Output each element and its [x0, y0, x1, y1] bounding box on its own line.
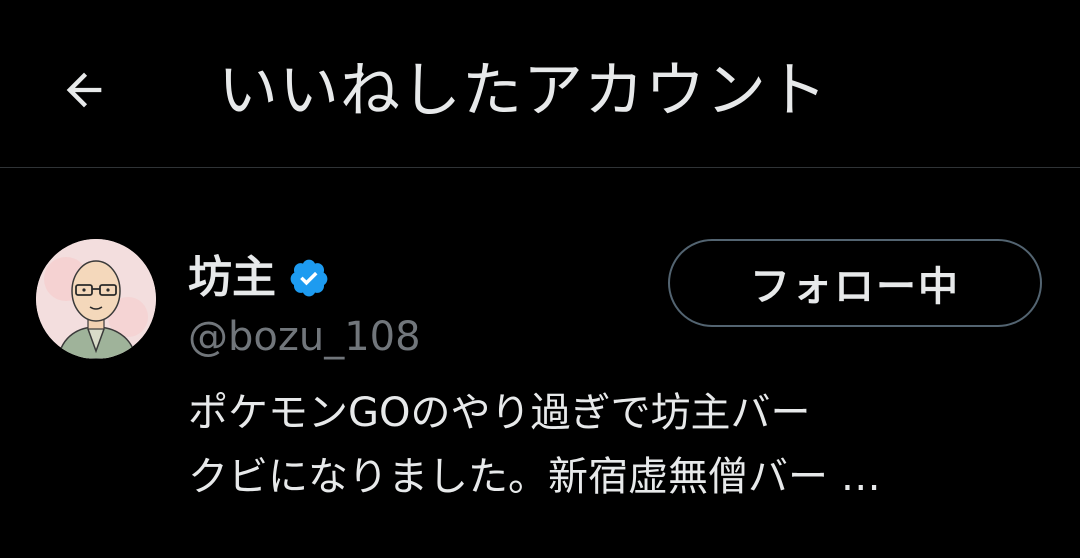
- following-button[interactable]: フォロー中: [668, 239, 1042, 327]
- user-handle[interactable]: @bozu_108: [188, 311, 421, 363]
- back-button[interactable]: [52, 58, 116, 122]
- avatar-illustration-icon: [36, 239, 156, 359]
- page-title: いいねしたアカウント: [218, 56, 828, 126]
- arrow-left-icon: [66, 72, 102, 108]
- display-name-row[interactable]: 坊主: [188, 249, 330, 307]
- user-bio: ポケモンGOのやり過ぎで坊主バー クビになりました。新宿虚無僧バー …: [188, 381, 1038, 509]
- bio-line: クビになりました。新宿虚無僧バー …: [188, 454, 881, 500]
- display-name[interactable]: 坊主: [188, 249, 276, 307]
- bio-line: ポケモンGOのやり過ぎで坊主バー: [188, 390, 811, 436]
- avatar[interactable]: [36, 239, 156, 359]
- verified-badge-icon: [290, 259, 328, 297]
- user-list-item[interactable]: 坊主 @bozu_108 フォロー中 ポケモンGOのやり過ぎで坊主バー クビにな…: [0, 169, 1080, 558]
- top-bar: いいねしたアカウント: [0, 0, 1080, 168]
